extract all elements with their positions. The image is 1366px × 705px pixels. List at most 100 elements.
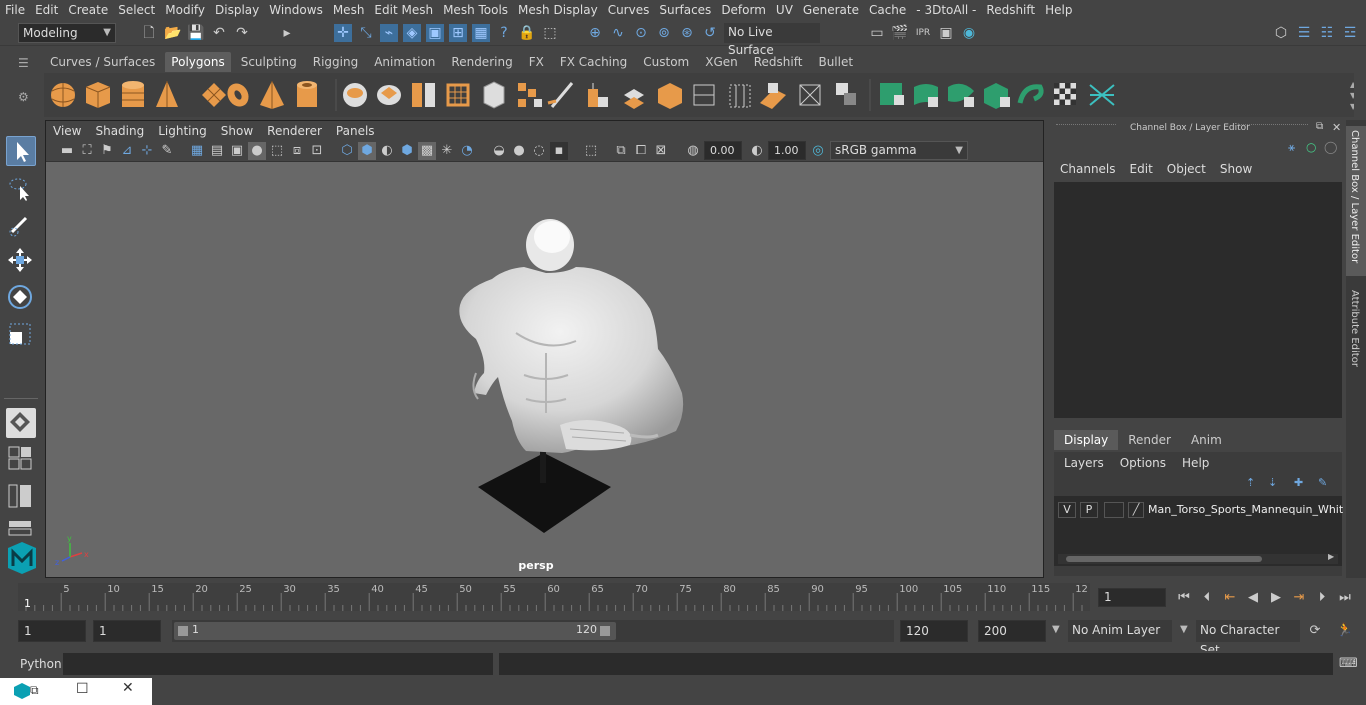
field-chart-icon[interactable]: ● bbox=[248, 142, 266, 160]
lights-icon[interactable]: ✳ bbox=[438, 142, 456, 160]
snap-point-icon[interactable]: ⊙ bbox=[632, 24, 650, 42]
lock-icon[interactable]: 🔒 bbox=[518, 24, 536, 42]
uv-checker-icon[interactable] bbox=[1054, 83, 1076, 105]
select-mode-icon[interactable]: ▸ bbox=[278, 24, 296, 42]
snap-view-icon[interactable]: ⊚ bbox=[655, 24, 673, 42]
menu-surfaces[interactable]: Surfaces bbox=[654, 3, 716, 17]
go-to-start-icon[interactable]: ⏮ bbox=[1175, 589, 1193, 607]
safe-title-icon[interactable]: ⧈ bbox=[288, 142, 306, 160]
chevron-down-icon[interactable]: ▼ bbox=[1180, 624, 1188, 635]
go-to-end-icon[interactable]: ⏭ bbox=[1336, 589, 1354, 607]
render-settings-icon[interactable]: ▭ bbox=[868, 24, 886, 42]
new-scene-icon[interactable]: 🗋 bbox=[140, 24, 158, 42]
minimized-window[interactable]: ⧉ ☐ ✕ bbox=[0, 678, 152, 705]
color-management-icon[interactable]: ◎ bbox=[809, 142, 827, 160]
layer-menu-options[interactable]: Options bbox=[1120, 456, 1166, 470]
manipulator-icon[interactable]: ⚹ bbox=[1288, 140, 1295, 155]
poly-torus-icon[interactable] bbox=[223, 80, 252, 111]
poly-cylinder-icon[interactable] bbox=[122, 81, 144, 107]
menu-deform[interactable]: Deform bbox=[716, 3, 771, 17]
uv-editor-icon[interactable] bbox=[1089, 84, 1115, 106]
grid-toggle-icon[interactable]: ⊹ bbox=[138, 142, 156, 160]
scale-tool-icon[interactable] bbox=[6, 320, 36, 350]
channel-menu-show[interactable]: Show bbox=[1220, 162, 1252, 176]
toggle-attr-editor-icon[interactable]: ☰ bbox=[1295, 24, 1313, 42]
exposure-field[interactable]: 0.00 bbox=[704, 141, 742, 160]
fill-hole-icon[interactable] bbox=[693, 84, 715, 106]
shadows-icon[interactable]: ◔ bbox=[458, 142, 476, 160]
film-gate-icon[interactable]: ✎ bbox=[158, 142, 176, 160]
menu-create[interactable]: Create bbox=[63, 3, 113, 17]
close-panel-icon[interactable]: ✕ bbox=[1332, 121, 1341, 134]
merge-icon[interactable] bbox=[799, 84, 821, 106]
shelf-tab-sculpting[interactable]: Sculpting bbox=[235, 52, 303, 72]
gamma-field[interactable]: 1.00 bbox=[768, 141, 806, 160]
range-bar[interactable]: 1 120 bbox=[172, 620, 894, 642]
menu-windows[interactable]: Windows bbox=[264, 3, 328, 17]
playback-end-field[interactable]: 120 bbox=[900, 620, 968, 642]
shelf-tab-bullet[interactable]: Bullet bbox=[812, 52, 859, 72]
shelf-tab-redshift[interactable]: Redshift bbox=[748, 52, 809, 72]
anti-aliasing-icon[interactable]: ◌ bbox=[530, 142, 548, 160]
layer-type-toggle[interactable] bbox=[1104, 502, 1124, 518]
step-forward-frame-icon[interactable]: ⇥ bbox=[1290, 589, 1308, 607]
viewport-menu-lighting[interactable]: Lighting bbox=[151, 124, 214, 138]
panel-grip-right[interactable] bbox=[1238, 124, 1308, 125]
shelf-tab-curves-surfaces[interactable]: Curves / Surfaces bbox=[44, 52, 161, 72]
panel-grip[interactable] bbox=[1056, 124, 1116, 125]
layer-tab-display[interactable]: Display bbox=[1054, 430, 1119, 450]
target-weld-icon[interactable] bbox=[836, 83, 856, 105]
scrollbar-thumb[interactable] bbox=[1066, 556, 1262, 562]
shelf-tab-animation[interactable]: Animation bbox=[368, 52, 441, 72]
key-icon[interactable]: ○ bbox=[1306, 140, 1316, 154]
menu-help[interactable]: Help bbox=[1040, 3, 1077, 17]
last-tool-icon[interactable] bbox=[6, 408, 36, 438]
poly-plane-icon[interactable] bbox=[202, 83, 226, 107]
open-scene-icon[interactable]: 📂 bbox=[164, 24, 182, 42]
menu-uv[interactable]: UV bbox=[771, 3, 798, 17]
bookmark-icon[interactable]: ⚑ bbox=[98, 142, 116, 160]
poly-pipe-icon[interactable] bbox=[297, 81, 317, 107]
poly-pyramid-icon[interactable] bbox=[260, 81, 284, 109]
layer-menu-help[interactable]: Help bbox=[1182, 456, 1209, 470]
menu-3dtoall[interactable]: - 3DtoAll - bbox=[911, 3, 981, 17]
select-by-component-icon[interactable]: ⌁ bbox=[380, 24, 398, 42]
viewport-menu-view[interactable]: View bbox=[46, 124, 88, 138]
torso-model[interactable] bbox=[459, 219, 684, 453]
layer-menu-layers[interactable]: Layers bbox=[1064, 456, 1104, 470]
layer-tab-anim[interactable]: Anim bbox=[1181, 430, 1232, 450]
maximize-icon[interactable]: ☐ bbox=[76, 681, 89, 697]
image-plane-icon[interactable]: ⊿ bbox=[118, 142, 136, 160]
layer-visibility-toggle[interactable]: V bbox=[1058, 502, 1076, 518]
offset-edge-loop-icon[interactable] bbox=[760, 83, 786, 109]
new-layer-icon[interactable]: ✚ bbox=[1294, 476, 1303, 489]
script-language-label[interactable]: Python bbox=[20, 657, 62, 671]
face-mode-icon[interactable]: ⊞ bbox=[449, 24, 467, 42]
select-by-hierarchy-icon[interactable]: ✛ bbox=[334, 24, 352, 42]
scene-end-field[interactable]: 200 bbox=[978, 620, 1046, 642]
menu-file[interactable]: File bbox=[0, 3, 30, 17]
character-set-select[interactable]: No Character Set bbox=[1196, 620, 1300, 657]
viewport-canvas[interactable]: x y z persp bbox=[46, 163, 1043, 577]
viewport-menu-panels[interactable]: Panels bbox=[329, 124, 382, 138]
menu-generate[interactable]: Generate bbox=[798, 3, 864, 17]
hud-icon[interactable]: ⊡ bbox=[308, 142, 326, 160]
script-editor-icon[interactable]: ⌨ bbox=[1339, 655, 1358, 673]
timeline-track[interactable]: 5 10 15 20 25 30 35 40 45 50 55 60 65 70 75 80 85 90 95 100… bbox=[18, 583, 1090, 611]
layer-row[interactable]: V P ╱ Man_Torso_Sports_Mannequin_Whit bbox=[1058, 500, 1343, 520]
rotate-tool-icon[interactable] bbox=[6, 283, 36, 313]
layout-outliner-icon[interactable] bbox=[6, 482, 36, 512]
safe-action-icon[interactable]: ⬚ bbox=[268, 142, 286, 160]
chevron-down-icon[interactable]: ▼ bbox=[1052, 624, 1060, 635]
select-highlight-icon[interactable]: ⬚ bbox=[541, 24, 559, 42]
gamma-icon[interactable]: ◐ bbox=[748, 142, 766, 160]
uv-mode-icon[interactable]: ▦ bbox=[472, 24, 490, 42]
viewport-menu-show[interactable]: Show bbox=[214, 124, 260, 138]
viewport-menu-renderer[interactable]: Renderer bbox=[260, 124, 329, 138]
channel-list[interactable] bbox=[1054, 182, 1342, 418]
menu-display[interactable]: Display bbox=[210, 3, 264, 17]
step-back-key-icon[interactable]: ⏴ bbox=[1198, 589, 1216, 607]
lasso-tool-icon[interactable] bbox=[6, 174, 36, 204]
smooth-shade-icon[interactable]: ⬢ bbox=[358, 142, 376, 160]
wireframe-icon[interactable]: ⬡ bbox=[338, 142, 356, 160]
